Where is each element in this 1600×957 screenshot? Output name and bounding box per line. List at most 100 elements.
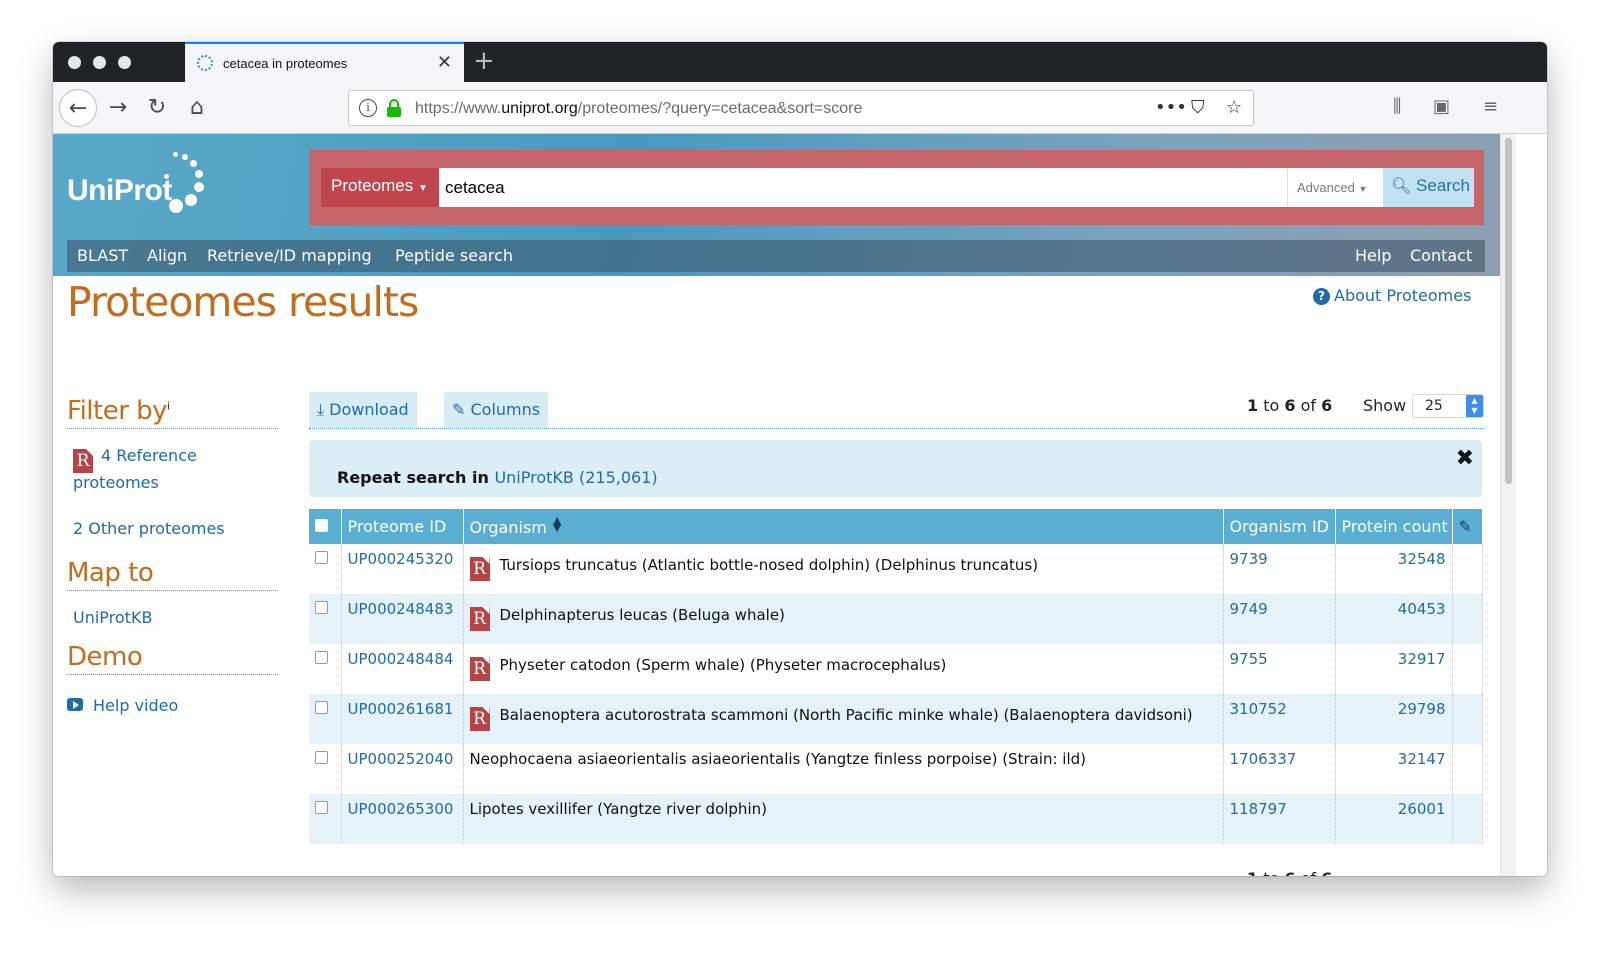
menu-blast[interactable]: BLAST <box>77 246 128 265</box>
new-tab-icon[interactable]: + <box>473 47 495 75</box>
select-all-checkbox[interactable] <box>309 509 342 544</box>
organism-id-link[interactable]: 310752 <box>1223 694 1336 744</box>
reference-proteome-icon: R <box>469 557 490 581</box>
protein-count-link[interactable]: 32917 <box>1335 644 1453 694</box>
reload-icon[interactable]: ↻ <box>141 91 173 123</box>
proteome-id-link[interactable]: UP000248483 <box>341 594 464 644</box>
organism-id-link[interactable]: 9739 <box>1223 544 1336 594</box>
row-checkbox[interactable] <box>309 644 342 694</box>
header-protein-count[interactable]: Protein count <box>1335 509 1453 544</box>
filter-reference-proteomes[interactable]: R4 Reference proteomes <box>73 446 197 493</box>
sort-icon[interactable]: ▲ ▼ <box>553 515 561 533</box>
organism-id-link[interactable]: 118797 <box>1223 794 1336 844</box>
row-checkbox[interactable] <box>309 744 342 794</box>
about-proteomes-link[interactable]: ? About Proteomes <box>1313 286 1471 305</box>
show-label-top: Show <box>1363 396 1407 415</box>
proteome-id-link[interactable]: UP000261681 <box>341 694 464 744</box>
demo-heading: Demo <box>67 642 278 675</box>
search-box: Proteomes ▼ Advanced ▼ 🔍︎ Search <box>321 168 1474 207</box>
menu-contact[interactable]: Contact <box>1410 246 1472 265</box>
protein-count-link[interactable]: 26001 <box>1335 794 1453 844</box>
protein-count-link[interactable]: 32147 <box>1335 744 1453 794</box>
title-bar: cetacea in proteomes ✕ + <box>53 42 1547 82</box>
proteome-id-link[interactable]: UP000245320 <box>341 544 464 594</box>
columns-button[interactable]: ✎ Columns <box>444 392 549 428</box>
bookmark-star-icon[interactable]: ☆ <box>1226 97 1242 118</box>
menu-retrieve-id-mapping[interactable]: Retrieve/ID mapping <box>207 246 372 265</box>
map-to-uniprotkb-link[interactable]: UniProtKB <box>73 608 152 628</box>
browser-tab[interactable]: cetacea in proteomes ✕ <box>185 42 464 82</box>
library-icon[interactable]: ⫼ <box>1393 96 1401 117</box>
header-organism[interactable]: Organism ▲ ▼ <box>463 509 1224 544</box>
toolbar-divider <box>309 428 1485 429</box>
proteome-id-link[interactable]: UP000265300 <box>341 794 464 844</box>
header-organism-id[interactable]: Organism ID <box>1223 509 1336 544</box>
close-icon[interactable]: ✖ <box>1456 446 1474 471</box>
search-button[interactable]: 🔍︎ Search <box>1383 168 1474 207</box>
home-icon[interactable]: ⌂ <box>181 91 213 123</box>
menu-align[interactable]: Align <box>147 246 187 265</box>
repeat-search-uniprotkb-link[interactable]: UniProtKB (215,061) <box>494 468 657 487</box>
page-actions-icon[interactable]: ••• <box>1155 97 1187 118</box>
close-window-button[interactable] <box>68 56 81 69</box>
main-menu: BLAST Align Retrieve/ID mapping Peptide … <box>67 240 1485 272</box>
proteome-id-link[interactable]: UP000248484 <box>341 644 464 694</box>
forward-arrow-icon[interactable]: → <box>102 91 134 123</box>
download-icon: ⤓ <box>317 400 325 419</box>
row-checkbox[interactable] <box>309 794 342 844</box>
help-question-icon: ? <box>1313 288 1330 305</box>
menu-help[interactable]: Help <box>1355 246 1391 265</box>
sidebar-toggle-icon[interactable]: ▣ <box>1433 96 1450 117</box>
edit-columns-icon[interactable]: ✎ <box>1452 509 1483 544</box>
pocket-icon[interactable]: ⛉ <box>1191 97 1205 118</box>
reference-proteome-icon: R <box>469 657 490 681</box>
table-row: UP000265300 Lipotes vexillifer (Yangtze … <box>309 794 1483 844</box>
search-icon: 🔍︎ <box>1391 178 1412 195</box>
proteome-id-link[interactable]: UP000252040 <box>341 744 464 794</box>
vertical-scrollbar[interactable] <box>1500 134 1516 876</box>
url-text[interactable]: https://www.uniprot.org/proteomes/?query… <box>415 100 862 118</box>
table-row: UP000261681 R Balaenoptera acutorostrata … <box>309 694 1483 744</box>
site-header: UniProt Proteomes ▼ Advanced ▼ 🔍︎ Search <box>53 134 1500 276</box>
row-checkbox[interactable] <box>309 694 342 744</box>
repeat-search-box: Repeat search in UniProtKB (215,061) ✖ <box>309 440 1482 497</box>
advanced-search-dropdown[interactable]: Advanced ▼ <box>1287 168 1383 207</box>
protein-count-link[interactable]: 32548 <box>1335 544 1453 594</box>
menu-peptide-search[interactable]: Peptide search <box>395 246 513 265</box>
organism-cell: R Delphinapterus leucas (Beluga whale) <box>463 594 1224 644</box>
header-proteome-id[interactable]: Proteome ID <box>341 509 464 544</box>
hamburger-menu-icon[interactable]: ≡ <box>1483 96 1498 117</box>
download-button[interactable]: ⤓ Download <box>309 392 417 428</box>
reference-proteome-icon: R <box>469 607 490 631</box>
url-bar[interactable]: i https://www.uniprot.org/proteomes/?que… <box>348 90 1254 126</box>
filter-by-heading: Filter byi <box>67 396 278 429</box>
filter-other-proteomes[interactable]: 2 Other proteomes <box>73 519 225 539</box>
row-checkbox[interactable] <box>309 594 342 644</box>
logo-dots-icon <box>149 152 209 218</box>
help-video-link[interactable]: Help video <box>67 696 178 716</box>
protein-count-link[interactable]: 40453 <box>1335 594 1453 644</box>
table-row: UP000245320 R Tursiops truncatus (Atlanti… <box>309 544 1483 594</box>
search-input[interactable] <box>441 168 1277 207</box>
page-size-select-top[interactable]: 25 ▲ ▼ <box>1412 394 1484 418</box>
reference-proteome-icon: R <box>73 449 93 473</box>
protein-count-link[interactable]: 29798 <box>1335 694 1453 744</box>
organism-id-link[interactable]: 9755 <box>1223 644 1336 694</box>
row-checkbox[interactable] <box>309 544 342 594</box>
tab-close-icon[interactable]: ✕ <box>437 52 452 73</box>
reference-proteome-icon: R <box>469 707 490 731</box>
map-to-heading: Map to <box>67 558 278 591</box>
video-play-icon <box>67 698 83 711</box>
info-icon[interactable]: i <box>359 99 377 117</box>
maximize-window-button[interactable] <box>118 56 131 69</box>
organism-id-link[interactable]: 9749 <box>1223 594 1336 644</box>
navigation-bar: ← → ↻ ⌂ i https://www.uniprot.org/proteo… <box>53 82 1547 134</box>
pagination-range-bottom: 1 to 6 of 6 <box>1247 869 1332 876</box>
browser-window: cetacea in proteomes ✕ + ← → ↻ ⌂ i https… <box>53 42 1547 876</box>
lock-icon <box>387 99 401 117</box>
back-arrow-icon[interactable]: ← <box>59 89 97 127</box>
minimize-window-button[interactable] <box>93 56 106 69</box>
search-scope-dropdown[interactable]: Proteomes ▼ <box>321 168 439 207</box>
organism-id-link[interactable]: 1706337 <box>1223 744 1336 794</box>
table-header-row: Proteome ID Organism ▲ ▼ Organism ID Prote… <box>309 509 1483 544</box>
